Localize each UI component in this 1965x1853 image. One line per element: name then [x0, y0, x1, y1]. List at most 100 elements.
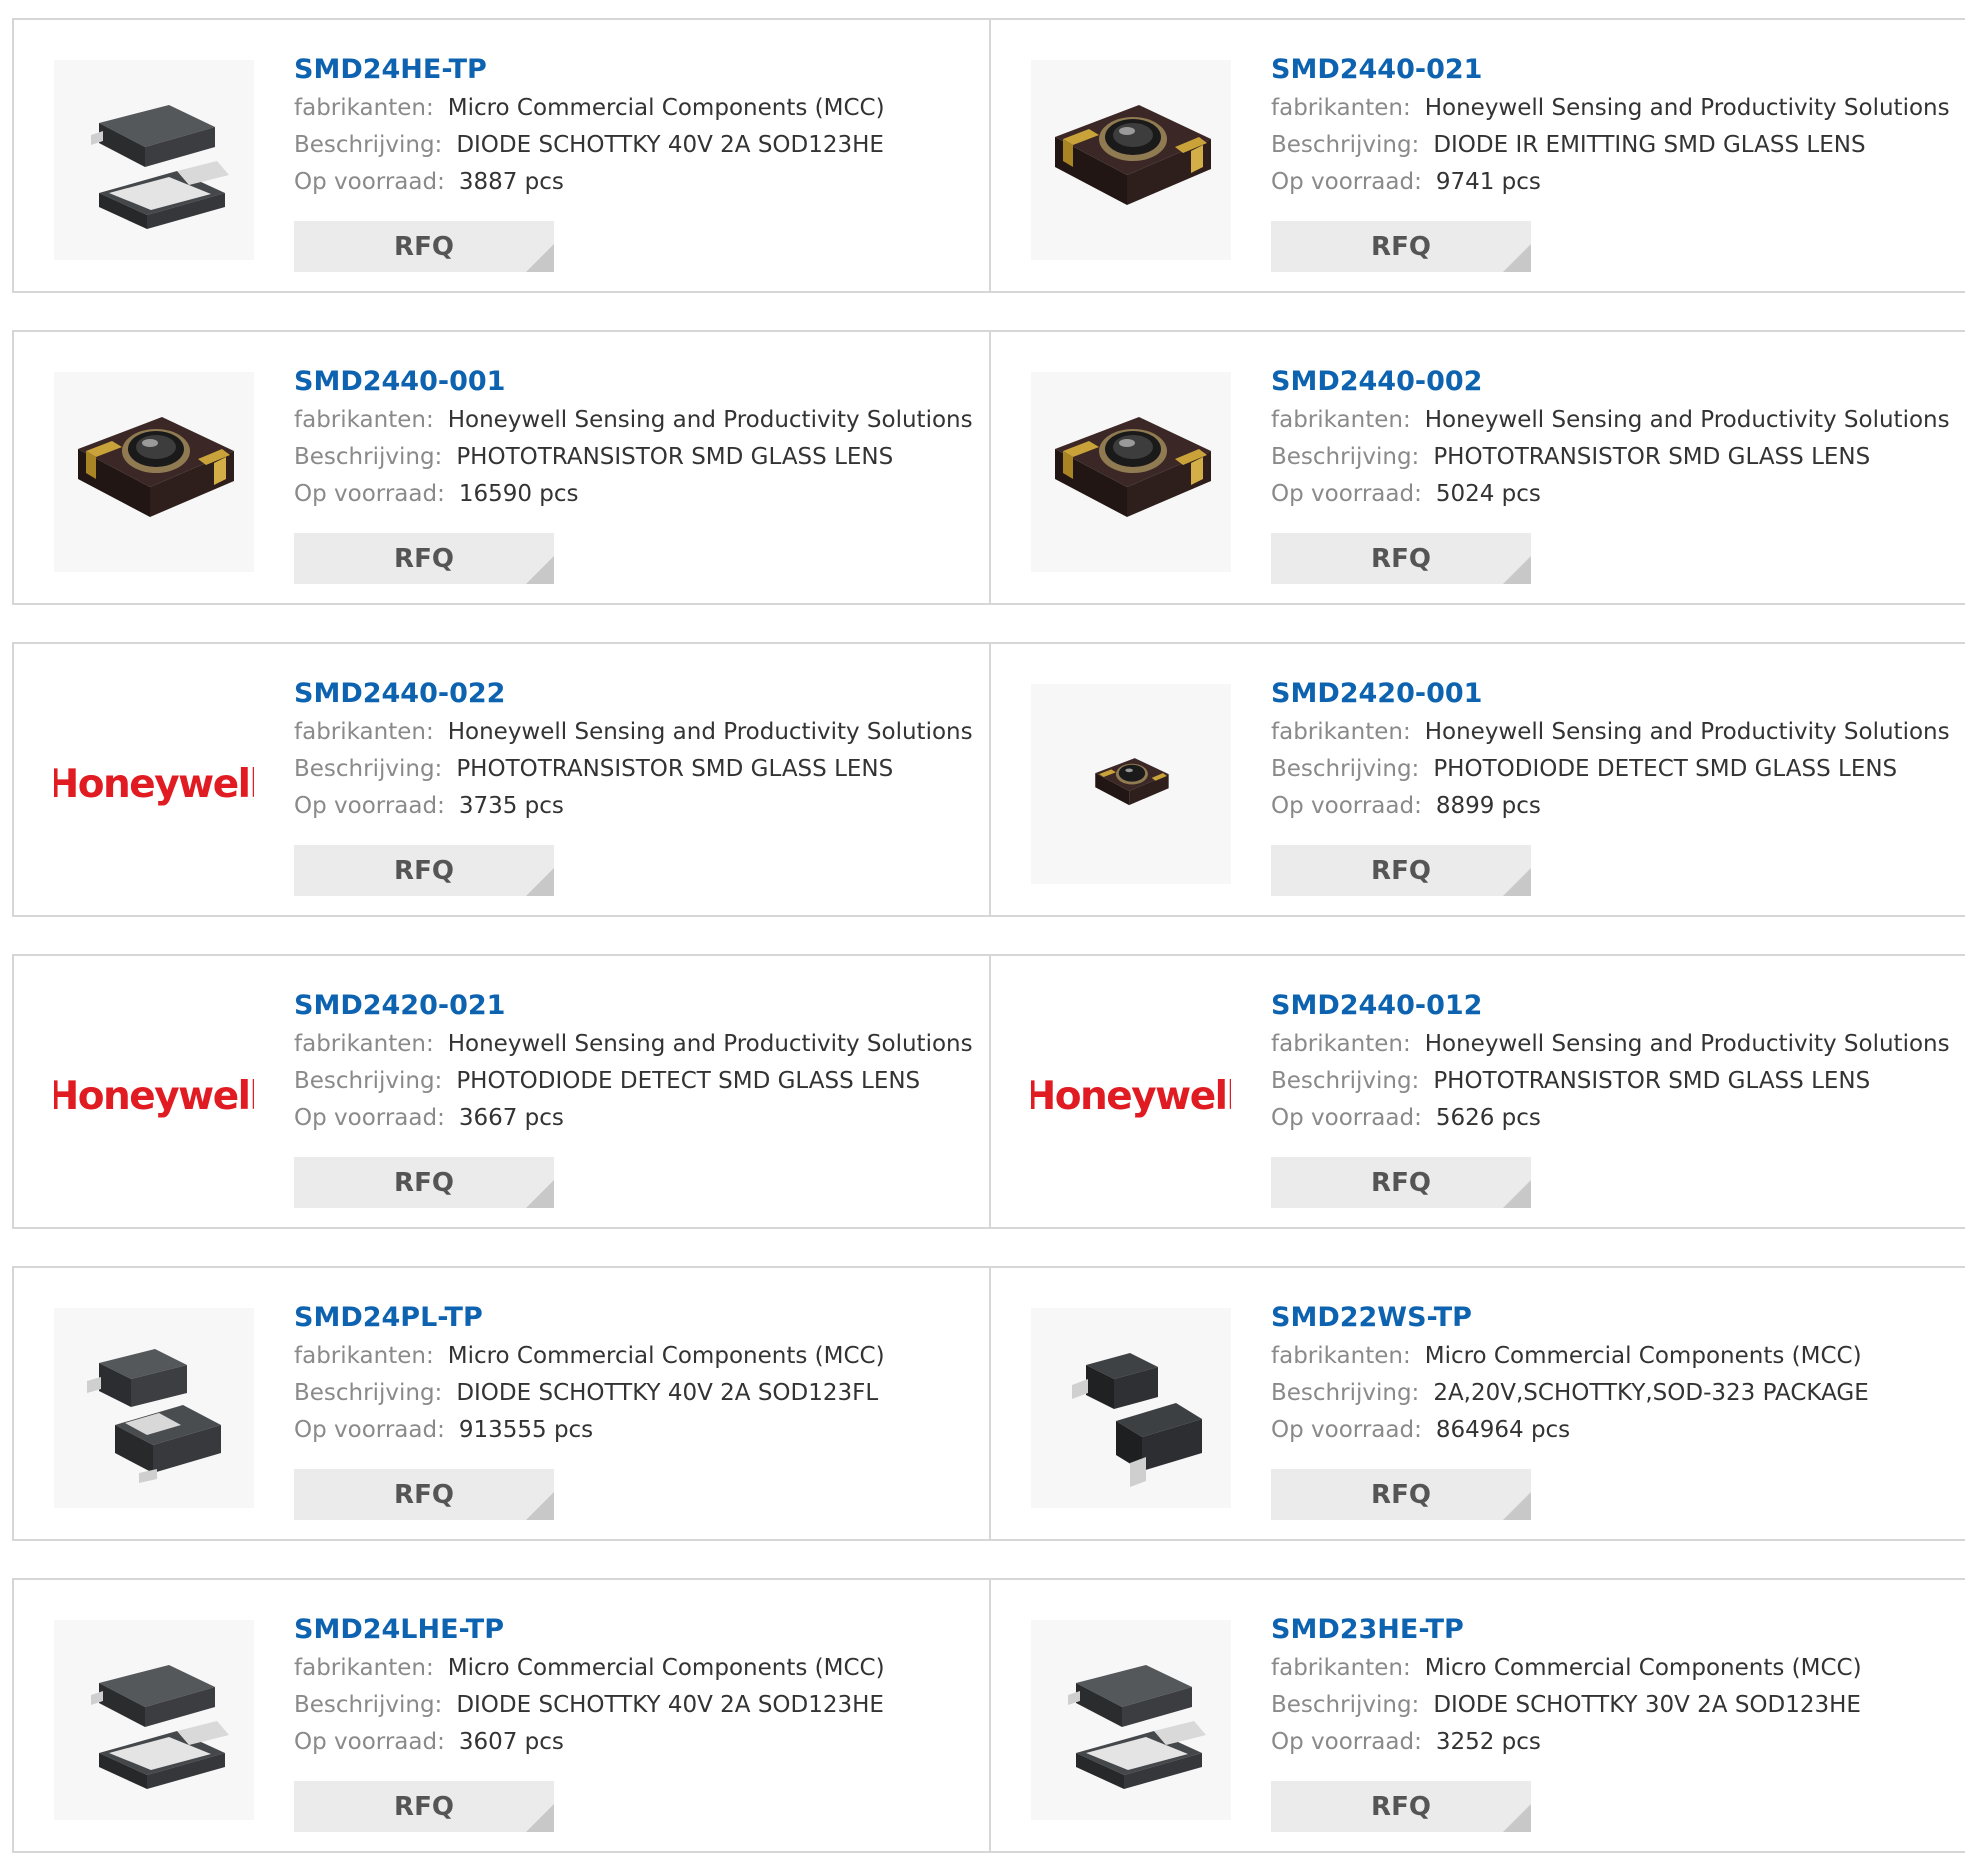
smd-glass-lens-image[interactable] [1031, 60, 1231, 260]
rfq-button[interactable]: RFQ [294, 1781, 554, 1832]
product-info: SMD2420-021 fabrikanten: Honeywell Sensin… [294, 986, 973, 1137]
stock-label: Op voorraad: [1271, 1105, 1422, 1131]
product-part-link[interactable]: SMD2440-001 [294, 362, 505, 402]
product-info: SMD24HE-TP fabrikanten: Micro Commercial … [294, 50, 969, 201]
description-value: DIODE IR EMITTING SMD GLASS LENS [1433, 132, 1866, 158]
description-row: Beschrijving: DIODE SCHOTTKY 40V 2A SOD12… [294, 1687, 969, 1724]
description-value: DIODE SCHOTTKY 30V 2A SOD123HE [1433, 1692, 1861, 1718]
rfq-button[interactable]: RFQ [294, 533, 554, 584]
manufacturer-label: fabrikanten: [294, 719, 434, 745]
product-part-link[interactable]: SMD22WS-TP [1271, 1298, 1472, 1338]
manufacturer-row: fabrikanten: Honeywell Sensing and Produc… [1271, 1026, 1957, 1063]
sod123he-diode-image[interactable] [1031, 1620, 1231, 1820]
manufacturer-row: fabrikanten: Micro Commercial Components … [294, 90, 969, 127]
stock-row: Op voorraad: 5024 pcs [1271, 476, 1957, 513]
smd-glass-lens-image[interactable] [1031, 372, 1231, 572]
description-value: 2A,20V,SCHOTTKY,SOD-323 PACKAGE [1433, 1380, 1869, 1406]
stock-row: Op voorraad: 3667 pcs [294, 1100, 969, 1137]
manufacturer-row: fabrikanten: Honeywell Sensing and Produc… [1271, 402, 1957, 439]
product-info: SMD23HE-TP fabrikanten: Micro Commercial … [1271, 1610, 1957, 1761]
product-info: SMD2420-001 fabrikanten: Honeywell Sensin… [1271, 674, 1957, 825]
product-part-link[interactable]: SMD2440-002 [1271, 362, 1482, 402]
rfq-button[interactable]: RFQ [1271, 221, 1531, 272]
honeywell-logo[interactable]: Honeywell [1031, 996, 1231, 1196]
rfq-button[interactable]: RFQ [1271, 845, 1531, 896]
description-row: Beschrijving: DIODE SCHOTTKY 40V 2A SOD12… [294, 127, 969, 164]
sod123he-diode-image[interactable] [54, 1620, 254, 1820]
product-part-link[interactable]: SMD2420-001 [1271, 674, 1482, 714]
rfq-label: RFQ [1371, 1167, 1431, 1198]
product-card: SMD23HE-TP fabrikanten: Micro Commercial … [989, 1578, 1965, 1853]
product-info: SMD22WS-TP fabrikanten: Micro Commercial … [1271, 1298, 1957, 1449]
button-corner-decoration [526, 868, 554, 896]
rfq-label: RFQ [394, 1167, 454, 1198]
button-corner-decoration [1503, 556, 1531, 584]
rfq-button[interactable]: RFQ [294, 845, 554, 896]
product-part-link[interactable]: SMD2440-021 [1271, 50, 1482, 90]
description-row: Beschrijving: DIODE IR EMITTING SMD GLASS… [1271, 127, 1957, 164]
stock-row: Op voorraad: 3887 pcs [294, 164, 969, 201]
smd-glass-lens-image[interactable] [54, 372, 254, 572]
sod123fl-diode-image[interactable] [54, 1308, 254, 1508]
manufacturer-label: fabrikanten: [1271, 407, 1411, 433]
description-label: Beschrijving: [1271, 756, 1420, 782]
description-row: Beschrijving: 2A,20V,SCHOTTKY,SOD-323 PAC… [1271, 1375, 1957, 1412]
description-value: PHOTOTRANSISTOR SMD GLASS LENS [1433, 444, 1871, 470]
description-value: PHOTODIODE DETECT SMD GLASS LENS [456, 1068, 921, 1094]
rfq-button[interactable]: RFQ [1271, 1781, 1531, 1832]
product-card: SMD24LHE-TP fabrikanten: Micro Commercial… [12, 1578, 991, 1853]
description-label: Beschrijving: [294, 444, 443, 470]
rfq-button[interactable]: RFQ [294, 221, 554, 272]
manufacturer-value: Honeywell Sensing and Productivity Solut… [1424, 95, 1950, 121]
sod123he-diode-image[interactable] [54, 60, 254, 260]
product-info: SMD2440-012 fabrikanten: Honeywell Sensin… [1271, 986, 1957, 1137]
description-label: Beschrijving: [294, 1692, 443, 1718]
rfq-button[interactable]: RFQ [1271, 1469, 1531, 1520]
description-value: DIODE SCHOTTKY 40V 2A SOD123HE [456, 132, 884, 158]
sod323-diode-image[interactable] [1031, 1308, 1231, 1508]
description-row: Beschrijving: PHOTOTRANSISTOR SMD GLASS L… [294, 439, 969, 476]
manufacturer-value: Honeywell Sensing and Productivity Solut… [1424, 719, 1950, 745]
rfq-button[interactable]: RFQ [1271, 1157, 1531, 1208]
rfq-button[interactable]: RFQ [294, 1157, 554, 1208]
manufacturer-value: Micro Commercial Components (MCC) [1424, 1655, 1862, 1681]
honeywell-logo-text: Honeywell [1031, 1073, 1231, 1119]
manufacturer-value: Micro Commercial Components (MCC) [447, 1343, 885, 1369]
product-part-link[interactable]: SMD2420-021 [294, 986, 505, 1026]
honeywell-logo[interactable]: Honeywell [54, 684, 254, 884]
rfq-button[interactable]: RFQ [1271, 533, 1531, 584]
manufacturer-row: fabrikanten: Honeywell Sensing and Produc… [294, 714, 973, 751]
product-card: Honeywell SMD2440-022 fabrikanten: Honeyw… [12, 642, 991, 917]
product-card: SMD2440-001 fabrikanten: Honeywell Sensin… [12, 330, 991, 605]
product-card: SMD22WS-TP fabrikanten: Micro Commercial … [989, 1266, 1965, 1541]
button-corner-decoration [1503, 868, 1531, 896]
product-card: Honeywell SMD2440-012 fabrikanten: Honeyw… [989, 954, 1965, 1229]
product-part-link[interactable]: SMD23HE-TP [1271, 1610, 1464, 1650]
description-row: Beschrijving: DIODE SCHOTTKY 40V 2A SOD12… [294, 1375, 969, 1412]
product-part-link[interactable]: SMD24PL-TP [294, 1298, 483, 1338]
stock-row: Op voorraad: 3607 pcs [294, 1724, 969, 1761]
button-corner-decoration [1503, 244, 1531, 272]
stock-value: 5626 pcs [1435, 1105, 1541, 1131]
stock-label: Op voorraad: [294, 1105, 445, 1131]
stock-value: 16590 pcs [458, 481, 579, 507]
product-part-link[interactable]: SMD2440-012 [1271, 986, 1482, 1026]
description-row: Beschrijving: PHOTOTRANSISTOR SMD GLASS L… [1271, 439, 1957, 476]
description-label: Beschrijving: [1271, 132, 1420, 158]
manufacturer-label: fabrikanten: [1271, 1343, 1411, 1369]
smd-glass-lens-small-image[interactable] [1031, 684, 1231, 884]
description-label: Beschrijving: [294, 756, 443, 782]
stock-value: 3735 pcs [458, 793, 564, 819]
product-part-link[interactable]: SMD2440-022 [294, 674, 505, 714]
product-part-link[interactable]: SMD24LHE-TP [294, 1610, 504, 1650]
product-part-link[interactable]: SMD24HE-TP [294, 50, 487, 90]
description-row: Beschrijving: PHOTOTRANSISTOR SMD GLASS L… [294, 751, 969, 788]
description-row: Beschrijving: PHOTODIODE DETECT SMD GLASS… [1271, 751, 1957, 788]
stock-label: Op voorraad: [1271, 169, 1422, 195]
honeywell-logo[interactable]: Honeywell [54, 996, 254, 1196]
honeywell-logo-text: Honeywell [54, 761, 254, 807]
description-value: PHOTODIODE DETECT SMD GLASS LENS [1433, 756, 1898, 782]
rfq-button[interactable]: RFQ [294, 1469, 554, 1520]
button-corner-decoration [526, 1180, 554, 1208]
product-info: SMD2440-021 fabrikanten: Honeywell Sensin… [1271, 50, 1957, 201]
